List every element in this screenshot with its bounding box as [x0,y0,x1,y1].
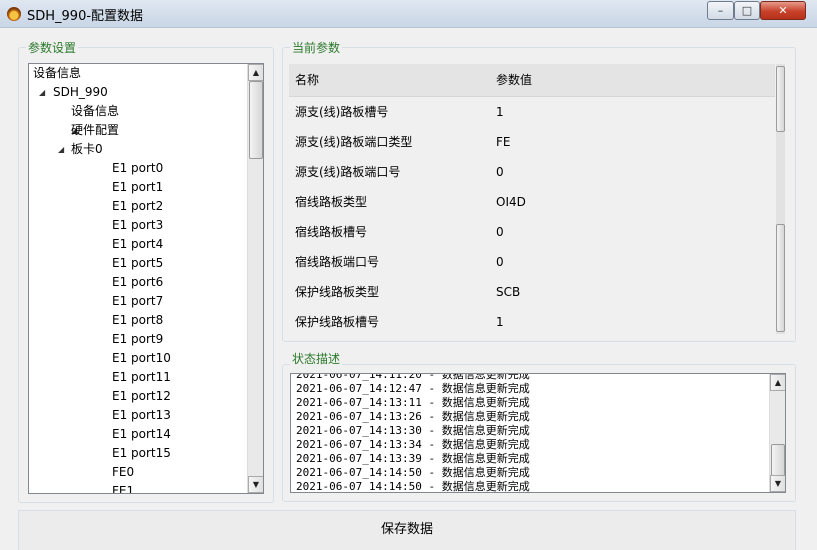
tree-item-label: E1 port11 [112,370,171,384]
param-row[interactable]: 宿线路板端口号 0 [289,247,775,277]
tree-scroll-down-button[interactable]: ▼ [248,476,263,493]
param-value: SCB [496,285,521,299]
params-table: 名称 参数值 源支(线)路板槽号 1 源支(线)路板端口类型 FE 源支(线)路板端口号… [289,64,785,334]
tree-scroll-thumb[interactable] [249,81,263,159]
log-line: 2021-06-07_14:13:11 - 数据信息更新完成 [296,396,530,409]
param-row[interactable]: 源支(线)路板端口号 0 [289,157,775,187]
status-label: 状态描述 [290,350,343,367]
header-value[interactable]: 参数值 [496,64,532,96]
current-params-label: 当前参数 [290,39,343,56]
close-button[interactable]: ✕ [760,1,806,20]
param-row[interactable]: 宿线路板类型 OI4D [289,187,775,217]
log-line: 2021-06-07_14:13:26 - 数据信息更新完成 [296,410,530,423]
param-row[interactable]: 源支(线)路板端口类型 FE [289,127,775,157]
tree-item-label: 设备信息 [33,66,82,80]
params-table-header: 名称 参数值 [289,64,775,97]
param-name: 源支(线)路板槽号 [295,105,389,119]
tree-scroll-up-button[interactable]: ▲ [248,64,263,81]
tree-item-label: E1 port5 [112,256,164,270]
status-scrollbar[interactable]: ▲ ▼ [769,374,785,492]
tree-item-label: SDH_990 [53,85,108,99]
param-name: 源支(线)路板端口类型 [295,135,413,149]
tree-item-label: E1 port14 [112,427,171,441]
minimize-button[interactable]: – [707,1,734,20]
tree-item-label: FE1 [112,484,135,494]
tree-scrollbar[interactable]: ▲ ▼ [247,64,263,493]
title-bar[interactable]: SDH_990-配置数据 – □ ✕ [0,0,817,28]
log-line: 2021-06-07_14:13:30 - 数据信息更新完成 [296,424,530,437]
param-row[interactable]: 宿线路板槽号 0 [289,217,775,247]
param-row[interactable]: 源支(线)路板槽号 1 [289,97,775,127]
param-value: OI4D [496,195,526,209]
params-table-scrollbar[interactable] [776,64,785,334]
tree-item-label: 硬件配置 [71,123,120,137]
param-value: 0 [496,165,504,179]
save-data-button[interactable]: 保存数据 [18,510,796,550]
tree-item-label: E1 port12 [112,389,171,403]
param-value: FE [496,135,511,149]
header-name[interactable]: 名称 [295,64,319,96]
param-name: 源支(线)路板端口号 [295,165,401,179]
window-title: SDH_990-配置数据 [27,9,144,24]
tree-item-label: E1 port8 [112,313,164,327]
params-scroll-thumb-lower[interactable] [776,224,785,332]
param-value: 1 [496,315,504,329]
expand-arrow-icon[interactable]: ◢ [58,140,68,159]
param-name: 宿线路板端口号 [295,255,380,269]
tree-item-label: 板卡0 [71,142,103,156]
log-line: 2021-06-07_14:14:50 - 数据信息更新完成 [296,480,530,493]
param-value: 0 [496,225,504,239]
tree-item-label: E1 port9 [112,332,164,346]
status-log[interactable]: 2021-06-07_14:11:20 - 数据信息更新完成 2021-06-07… [290,373,786,493]
param-name: 保护线路板类型 [295,285,380,299]
params-scroll-thumb[interactable] [776,66,785,132]
config-tree[interactable]: 设备信息 ◢ SDH_990 设备信息 ◢ 硬件配置 ◢ 板卡0 E1 port0 E1 port… [28,63,264,494]
param-name: 宿线路板槽号 [295,225,368,239]
tree-item-label: E1 port13 [112,408,171,422]
tree-item-label: E1 port3 [112,218,164,232]
tree-item-label: E1 port6 [112,275,164,289]
tree-item-label: E1 port7 [112,294,164,308]
status-scroll-down-button[interactable]: ▼ [770,475,785,492]
tree-item-label: E1 port4 [112,237,164,251]
log-line: 2021-06-07_14:14:50 - 数据信息更新完成 [296,466,530,479]
expand-arrow-icon[interactable]: ◢ [39,83,49,102]
log-line: 2021-06-07_14:12:47 - 数据信息更新完成 [296,382,530,395]
param-value: 1 [496,105,504,119]
maximize-button[interactable]: □ [734,1,760,20]
tree-item-label: E1 port15 [112,446,171,460]
param-value: 0 [496,255,504,269]
params-settings-label: 参数设置 [26,39,79,56]
log-line: 2021-06-07_14:11:20 - 数据信息更新完成 [296,373,530,381]
param-row[interactable]: 保护线路板类型 SCB [289,277,775,307]
param-name: 保护线路板槽号 [295,315,380,329]
tree-item-label: E1 port10 [112,351,171,365]
tree-item-label: E1 port0 [112,161,164,175]
tree-item-label: E1 port2 [112,199,164,213]
tree-item-label: 设备信息 [71,104,120,118]
tree-item-label: FE0 [112,465,135,479]
status-scroll-up-button[interactable]: ▲ [770,374,785,391]
log-line: 2021-06-07_14:13:34 - 数据信息更新完成 [296,438,530,451]
app-icon [7,7,21,21]
param-row[interactable]: 保护线路板槽号 1 [289,307,775,334]
param-name: 宿线路板类型 [295,195,368,209]
status-scroll-thumb[interactable] [771,444,785,476]
log-line: 2021-06-07_14:13:39 - 数据信息更新完成 [296,452,530,465]
tree-item-label: E1 port1 [112,180,164,194]
